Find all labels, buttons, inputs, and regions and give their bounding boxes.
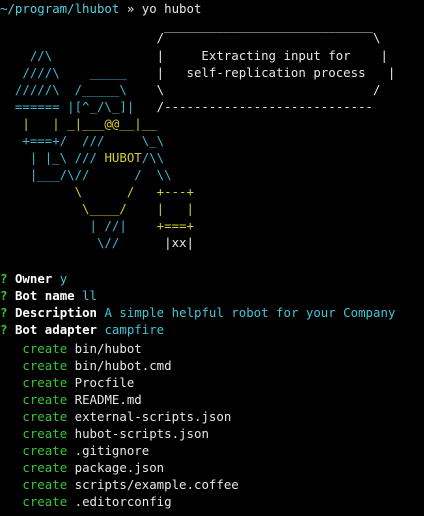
question-mark: ? xyxy=(0,305,8,320)
speech-line-2: self-replication process xyxy=(186,65,366,80)
created-file-row: create hubot-scripts.json xyxy=(0,425,209,442)
question-label: Description xyxy=(14,305,97,320)
prompt-command: yo hubot xyxy=(141,1,202,16)
robot-label: HUBOT xyxy=(104,150,142,165)
art-row-2: / \ xyxy=(0,30,381,45)
created-file-path: .editorconfig xyxy=(74,494,172,509)
prompt-separator: » xyxy=(119,1,142,16)
create-verb: create xyxy=(22,443,68,458)
question-answer: campfire xyxy=(104,322,165,337)
create-verb: create xyxy=(22,426,68,441)
created-file-path: external-scripts.json xyxy=(74,409,232,424)
prompt-path: ~/program/lhubot xyxy=(0,1,120,16)
art-row-13: | //| +===+ xyxy=(0,218,194,233)
created-file-row: create bin/hubot.cmd xyxy=(0,357,172,374)
question-answer: A simple helpful robot for your Company xyxy=(104,305,396,320)
art-row-9: | |_\ /// HUBOT/\\ xyxy=(0,150,165,165)
art-row-12: \____/ | | xyxy=(0,201,194,216)
created-file-path: bin/hubot xyxy=(74,341,142,356)
question-bot-name: ? Bot name ll xyxy=(0,287,97,304)
question-label: Owner xyxy=(14,271,53,286)
create-verb: create xyxy=(22,392,68,407)
created-file-row: create .gitignore xyxy=(0,442,149,459)
question-bot-adapter: ? Bot adapter campfire xyxy=(0,321,164,338)
art-row-5: /////\ /_____\ \ / xyxy=(0,82,381,97)
created-file-path: hubot-scripts.json xyxy=(74,426,209,441)
prompt-line: ~/program/lhubot » yo hubot xyxy=(0,0,201,17)
art-row-10: |___/\// / \\ xyxy=(0,167,172,182)
art-row-8: +===+/ /// \_\ xyxy=(0,133,165,148)
art-row-4: ////\ _____ | self-replication process | xyxy=(0,65,396,80)
created-file-path: bin/hubot.cmd xyxy=(74,358,172,373)
question-answer: y xyxy=(59,271,68,286)
art-row-11: \ / +---+ xyxy=(0,184,194,199)
created-file-path: package.json xyxy=(74,460,165,475)
question-label: Bot adapter xyxy=(14,322,97,337)
create-verb: create xyxy=(22,477,68,492)
create-verb: create xyxy=(22,409,68,424)
art-row-7: | | _|___@@__|__ xyxy=(0,116,157,131)
created-file-path: .gitignore xyxy=(74,443,150,458)
art-row-3: //\ | Extracting input for | xyxy=(0,48,388,63)
create-verb: create xyxy=(22,358,68,373)
created-file-row: create README.md xyxy=(0,391,142,408)
create-verb: create xyxy=(22,460,68,475)
question-mark: ? xyxy=(0,322,8,337)
question-mark: ? xyxy=(0,271,8,286)
speech-line-1: Extracting input for xyxy=(201,48,351,63)
create-verb: create xyxy=(22,494,68,509)
created-file-path: README.md xyxy=(74,392,142,407)
question-label: Bot name xyxy=(14,288,75,303)
created-file-row: create scripts/example.coffee xyxy=(0,476,239,493)
art-row-6: ====== |[^_/\_]| /----------------------… xyxy=(0,99,373,114)
created-file-row: create external-scripts.json xyxy=(0,408,231,425)
created-file-path: scripts/example.coffee xyxy=(74,477,239,492)
created-file-row: create Procfile xyxy=(0,374,134,391)
created-file-row: create bin/hubot xyxy=(0,340,142,357)
created-file-path: Procfile xyxy=(74,375,135,390)
create-verb: create xyxy=(22,341,68,356)
terminal-window: ~/program/lhubot » yo hubot ____________… xyxy=(0,0,424,516)
created-file-row: create .editorconfig xyxy=(0,493,172,510)
question-owner: ? Owner y xyxy=(0,270,67,287)
art-row-14: \// |xx| xyxy=(0,235,194,250)
question-mark: ? xyxy=(0,288,8,303)
create-verb: create xyxy=(22,375,68,390)
created-file-row: create package.json xyxy=(0,459,164,476)
question-description: ? Description A simple helpful robot for… xyxy=(0,304,395,321)
question-answer: ll xyxy=(82,288,98,303)
